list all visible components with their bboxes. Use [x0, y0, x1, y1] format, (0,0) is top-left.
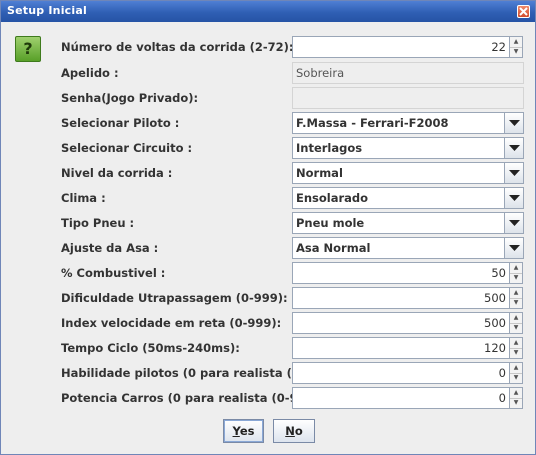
spinner-down-icon[interactable]: ▼: [510, 373, 522, 383]
spinner-down-icon[interactable]: ▼: [510, 323, 522, 333]
spinner-down-icon[interactable]: ▼: [510, 298, 522, 308]
password-field[interactable]: [292, 87, 524, 109]
straight-speed-label: Index velocidade em reta (0-999):: [61, 316, 282, 330]
weather-value[interactable]: Ensolarado: [292, 187, 504, 209]
race-level-label: Nivel da corrida :: [61, 166, 173, 180]
driver-value[interactable]: F.Massa - Ferrari-F2008: [292, 112, 504, 134]
straight-speed-input[interactable]: 500: [292, 312, 510, 334]
cycle-time-label: Tempo Ciclo (50ms-240ms):: [61, 341, 240, 355]
overtake-difficulty-input[interactable]: 500: [292, 287, 510, 309]
yes-label: es: [239, 424, 255, 438]
overtake-difficulty-spinner[interactable]: 500 ▲ ▼: [292, 287, 524, 309]
race-level-value[interactable]: Normal: [292, 162, 504, 184]
no-button[interactable]: No: [273, 419, 315, 443]
title-bar[interactable]: Setup Inicial: [1, 1, 535, 22]
wing-value[interactable]: Asa Normal: [292, 237, 504, 259]
spinner-down-icon[interactable]: ▼: [510, 398, 522, 408]
circuit-select[interactable]: Interlagos: [292, 137, 524, 159]
fuel-spinner[interactable]: 50 ▲ ▼: [292, 262, 524, 284]
overtake-difficulty-label: Dificuldade Utrapassagem (0-999):: [61, 291, 288, 305]
nickname-label: Apelido :: [61, 66, 119, 80]
car-power-spinner[interactable]: 0 ▲ ▼: [292, 387, 524, 409]
car-power-label: Potencia Carros (0 para realista (0-999)…: [61, 391, 329, 405]
weather-label: Clima :: [61, 191, 106, 205]
setup-dialog: Setup Inicial ? Número de voltas da corr…: [0, 0, 536, 455]
close-icon[interactable]: [517, 5, 530, 18]
no-label: o: [294, 424, 303, 438]
yes-button[interactable]: Yes: [223, 419, 264, 443]
driver-skill-spinner[interactable]: 0 ▲ ▼: [292, 362, 524, 384]
fuel-label: % Combustivel :: [61, 266, 166, 280]
laps-input[interactable]: 22: [292, 36, 510, 58]
circuit-label: Selecionar Circuito :: [61, 141, 193, 155]
driver-skill-input[interactable]: 0: [292, 362, 510, 384]
window-title: Setup Inicial: [7, 4, 87, 17]
chevron-down-icon[interactable]: [504, 137, 524, 159]
driver-label: Selecionar Piloto :: [61, 116, 180, 130]
spinner-down-icon[interactable]: ▼: [510, 47, 522, 57]
chevron-down-icon[interactable]: [504, 162, 524, 184]
cycle-time-input[interactable]: 120: [292, 337, 510, 359]
tyre-select[interactable]: Pneu mole: [292, 212, 524, 234]
spinner-down-icon[interactable]: ▼: [510, 273, 522, 283]
password-label: Senha(Jogo Privado):: [61, 91, 199, 105]
nickname-field[interactable]: Sobreira: [292, 62, 524, 84]
fuel-input[interactable]: 50: [292, 262, 510, 284]
weather-select[interactable]: Ensolarado: [292, 187, 524, 209]
cycle-time-spinner[interactable]: 120 ▲ ▼: [292, 337, 524, 359]
tyre-value[interactable]: Pneu mole: [292, 212, 504, 234]
yes-mnemonic: Y: [232, 424, 240, 438]
chevron-down-icon[interactable]: [504, 187, 524, 209]
chevron-down-icon[interactable]: [504, 237, 524, 259]
car-power-input[interactable]: 0: [292, 387, 510, 409]
laps-label: Número de voltas da corrida (2-72):: [61, 40, 294, 54]
tyre-label: Tipo Pneu :: [61, 216, 135, 230]
chevron-down-icon[interactable]: [504, 212, 524, 234]
laps-spinner[interactable]: 22 ▲ ▼: [292, 36, 524, 58]
chevron-down-icon[interactable]: [504, 112, 524, 134]
no-mnemonic: N: [285, 424, 295, 438]
race-level-select[interactable]: Normal: [292, 162, 524, 184]
circuit-value[interactable]: Interlagos: [292, 137, 504, 159]
driver-select[interactable]: F.Massa - Ferrari-F2008: [292, 112, 524, 134]
question-mark-icon: ?: [15, 36, 41, 62]
wing-label: Ajuste da Asa :: [61, 241, 159, 255]
straight-speed-spinner[interactable]: 500 ▲ ▼: [292, 312, 524, 334]
wing-select[interactable]: Asa Normal: [292, 237, 524, 259]
spinner-down-icon[interactable]: ▼: [510, 348, 522, 358]
